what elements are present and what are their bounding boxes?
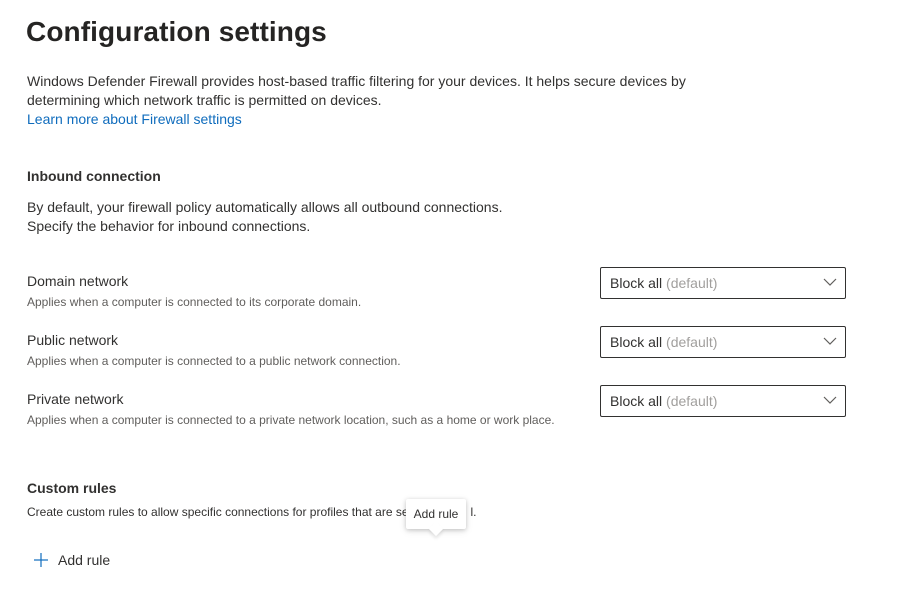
inbound-desc-line-2: Specify the behavior for inbound connect…	[27, 218, 311, 234]
custom-rules-desc-text: Create custom rules to allow specific co…	[27, 505, 409, 519]
intro-line-2: determining which network traffic is per…	[27, 92, 382, 108]
inbound-desc-line-1: By default, your firewall policy automat…	[27, 199, 503, 215]
domain-network-dropdown[interactable]: Block all (default)	[600, 267, 846, 299]
dropdown-value: Block all (default)	[610, 393, 717, 409]
public-network-help: Applies when a computer is connected to …	[27, 354, 401, 368]
learn-more-link[interactable]: Learn more about Firewall settings	[27, 111, 242, 127]
chevron-down-icon	[823, 396, 837, 404]
dropdown-default-tag: (default)	[666, 275, 718, 291]
add-rule-button[interactable]: Add rule	[33, 549, 110, 571]
public-network-dropdown[interactable]: Block all (default)	[600, 326, 846, 358]
public-network-label: Public network	[27, 332, 119, 348]
dropdown-value: Block all (default)	[610, 275, 717, 291]
public-network-row: Public network Applies when a computer i…	[27, 326, 847, 368]
chevron-down-icon	[823, 337, 837, 345]
inbound-description: By default, your firewall policy automat…	[27, 198, 502, 236]
private-network-row: Private network Applies when a computer …	[27, 385, 847, 427]
page-title: Configuration settings	[26, 16, 327, 47]
domain-network-row: Domain network Applies when a computer i…	[27, 267, 847, 309]
dropdown-selected: Block all	[610, 275, 663, 291]
configuration-settings-page: Configuration settings Windows Defender …	[0, 0, 907, 592]
dropdown-selected: Block all	[610, 334, 663, 350]
dropdown-selected: Block all	[610, 393, 663, 409]
add-rule-label: Add rule	[58, 552, 111, 568]
dropdown-value: Block all (default)	[610, 334, 717, 350]
intro-line-1: Windows Defender Firewall provides host-…	[27, 73, 686, 89]
domain-network-help: Applies when a computer is connected to …	[27, 295, 362, 309]
chevron-down-icon	[823, 278, 837, 286]
dropdown-default-tag: (default)	[666, 393, 718, 409]
private-network-label: Private network	[27, 391, 124, 407]
inbound-section-title: Inbound connection	[27, 168, 161, 184]
plus-icon	[34, 553, 48, 567]
domain-network-label: Domain network	[27, 273, 129, 289]
private-network-help: Applies when a computer is connected to …	[27, 413, 555, 427]
add-rule-tooltip: Add rule	[406, 499, 466, 537]
tooltip-text: Add rule	[413, 507, 459, 521]
custom-rules-desc-tail: l.	[470, 505, 477, 519]
tooltip-beak	[428, 521, 444, 537]
intro-text: Windows Defender Firewall provides host-…	[27, 72, 727, 129]
custom-rules-title: Custom rules	[27, 480, 117, 496]
private-network-dropdown[interactable]: Block all (default)	[600, 385, 846, 417]
dropdown-default-tag: (default)	[666, 334, 718, 350]
